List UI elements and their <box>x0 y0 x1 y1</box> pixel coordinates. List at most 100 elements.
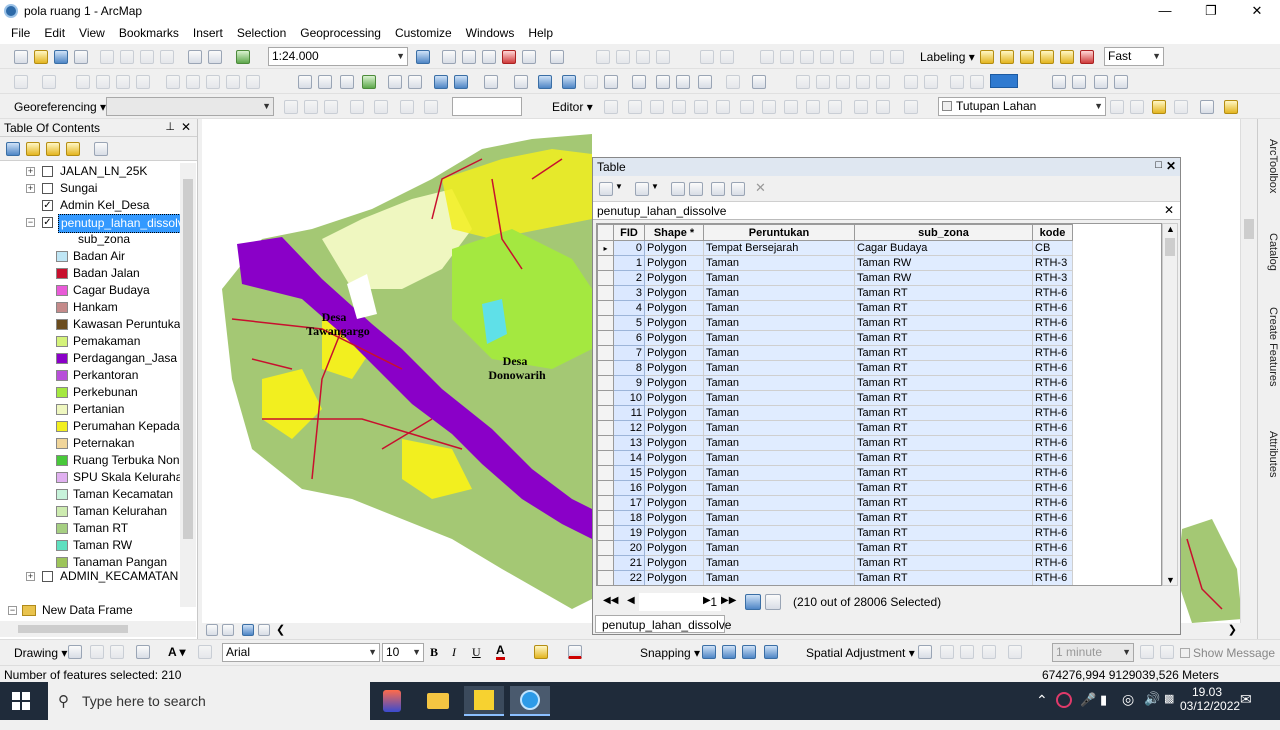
table-window-titlebar[interactable]: Table □ ✕ <box>593 158 1180 176</box>
identify-icon[interactable] <box>562 75 576 89</box>
rotate-tool-icon[interactable] <box>806 100 820 114</box>
table-cell[interactable]: 14 <box>613 450 645 466</box>
maximize-button[interactable]: ❐ <box>1188 0 1234 22</box>
label-manager-icon[interactable] <box>980 50 994 64</box>
table-cell[interactable]: Taman <box>703 510 855 526</box>
table-row[interactable]: 4 Polygon Taman Taman RT RTH-6 <box>597 300 1073 316</box>
clear-selection-icon[interactable] <box>514 75 528 89</box>
table-row[interactable]: 9 Polygon Taman Taman RT RTH-6 <box>597 375 1073 391</box>
row-selector[interactable] <box>597 270 614 286</box>
select-elements-arrow-icon[interactable] <box>538 75 552 89</box>
font-color-button[interactable]: A <box>496 643 505 660</box>
list-by-source-icon[interactable] <box>26 142 40 156</box>
table-cell[interactable]: 2 <box>613 270 645 286</box>
table-cell[interactable]: Polygon <box>644 465 704 481</box>
first-record-icon[interactable]: ◀◀ <box>603 595 618 606</box>
table-row[interactable]: 12 Polygon Taman Taman RT RTH-6 <box>597 420 1073 436</box>
cut-polygon-icon[interactable] <box>636 50 650 64</box>
edit-tool-icon[interactable] <box>186 75 200 89</box>
layer-checkbox-admin-kel-desa[interactable]: ✓ <box>42 200 53 211</box>
scale-georef-icon[interactable] <box>324 100 338 114</box>
edit-annotation-tool-icon[interactable] <box>628 100 642 114</box>
table-cell[interactable]: Taman RT <box>854 375 1033 391</box>
print-preview-icon[interactable] <box>1114 75 1128 89</box>
data-view-icon[interactable] <box>206 624 218 636</box>
table-options-dropdown-icon[interactable]: ▼ <box>615 182 623 191</box>
data-driven-pages-icon[interactable] <box>1072 75 1086 89</box>
table-cell[interactable]: RTH-6 <box>1032 330 1073 346</box>
table-row[interactable]: 19 Polygon Taman Taman RT RTH-6 <box>597 525 1073 541</box>
new-text-icon[interactable]: A ▾ <box>168 645 186 659</box>
view-unplaced-labels-icon[interactable] <box>1080 50 1094 64</box>
edit-vertices-icon[interactable] <box>596 50 610 64</box>
taskbar-file-explorer[interactable] <box>418 686 458 716</box>
full-extent-globe-icon[interactable] <box>362 75 376 89</box>
menu-bookmarks[interactable]: Bookmarks <box>112 26 186 40</box>
zoom-to-selected-icon[interactable] <box>731 182 745 196</box>
trace-icon[interactable] <box>116 75 130 89</box>
font-size-select[interactable]: 10 ▼ <box>382 643 424 662</box>
row-selector[interactable] <box>597 330 614 346</box>
table-cell[interactable]: RTH-6 <box>1032 375 1073 391</box>
go-forward-icon[interactable] <box>454 75 468 89</box>
generalize-icon[interactable] <box>226 75 240 89</box>
tray-chevron-icon[interactable]: ⌃ <box>1036 692 1048 730</box>
create-viewer-window-icon[interactable] <box>752 75 766 89</box>
table-cell[interactable]: RTH-6 <box>1032 420 1073 436</box>
table-cell[interactable]: Taman RT <box>854 390 1033 406</box>
table-cell[interactable]: Taman <box>703 570 855 585</box>
fixed-zoom-in-icon[interactable] <box>388 75 402 89</box>
layout-zoom-in-icon[interactable] <box>796 75 810 89</box>
table-vertical-scrollbar[interactable]: ▲ ▼ <box>1162 223 1178 586</box>
expand-icon[interactable]: + <box>26 167 35 176</box>
table-cell[interactable]: Polygon <box>644 270 704 286</box>
table-cell[interactable]: CB <box>1032 240 1073 256</box>
table-cell[interactable]: 8 <box>613 360 645 376</box>
vertex-snapping-icon[interactable] <box>742 645 756 659</box>
table-cell[interactable]: 21 <box>613 555 645 571</box>
add-control-points-icon[interactable] <box>350 100 364 114</box>
table-cell[interactable]: Polygon <box>644 330 704 346</box>
table-cell[interactable]: RTH-6 <box>1032 390 1073 406</box>
table-cell[interactable]: Polygon <box>644 525 704 541</box>
effects-icon[interactable] <box>1152 100 1166 114</box>
time-stop-icon[interactable] <box>1160 645 1174 659</box>
endpoint-arc-icon[interactable] <box>96 75 110 89</box>
delete-selected-icon[interactable]: ✕ <box>755 180 766 196</box>
table-options-icon[interactable] <box>599 182 613 196</box>
table-cell[interactable]: Taman RT <box>854 540 1033 556</box>
taskbar-search-box[interactable]: ⚲ Type here to search <box>48 682 370 720</box>
toc-horizontal-scrollbar[interactable] <box>0 621 196 637</box>
edit-vertices-drawing-icon[interactable] <box>198 645 212 659</box>
zoom-to-layer-icon[interactable] <box>1200 100 1214 114</box>
table-cell[interactable]: Taman RT <box>854 435 1033 451</box>
copy-icon[interactable] <box>120 50 134 64</box>
table-cell[interactable]: Taman <box>703 255 855 271</box>
table-cell[interactable]: Taman RT <box>854 315 1033 331</box>
tray-language-icon[interactable]: ▩ <box>1164 692 1174 730</box>
table-cell[interactable]: RTH-6 <box>1032 345 1073 361</box>
tray-record-icon[interactable] <box>1056 692 1072 708</box>
point-icon[interactable] <box>136 75 150 89</box>
previous-record-icon[interactable]: ◀ <box>627 595 635 606</box>
bold-button[interactable]: B <box>430 645 438 660</box>
table-cell[interactable]: Tempat Bersejarah <box>703 240 855 256</box>
table-maximize-icon[interactable]: □ <box>1155 159 1162 171</box>
arc-segment-icon[interactable] <box>672 100 686 114</box>
table-row[interactable]: 11 Polygon Taman Taman RT RTH-6 <box>597 405 1073 421</box>
table-cell[interactable]: Taman <box>703 465 855 481</box>
labeling-menu[interactable]: Labeling ▾ <box>920 50 975 64</box>
table-cell[interactable]: Taman <box>703 555 855 571</box>
fixed-zoom-out-icon[interactable] <box>408 75 422 89</box>
table-cell[interactable]: Taman <box>703 420 855 436</box>
table-row[interactable]: 2 Polygon Taman Taman RW RTH-3 <box>597 270 1073 286</box>
table-cell[interactable]: Polygon <box>644 300 704 316</box>
related-tables-icon[interactable] <box>635 182 649 196</box>
table-cell[interactable]: Polygon <box>644 435 704 451</box>
table-cell[interactable]: RTH-6 <box>1032 480 1073 496</box>
edit-tool-arrow-icon[interactable] <box>604 100 618 114</box>
rectangle-icon[interactable] <box>136 645 150 659</box>
label-weight-icon[interactable] <box>1020 50 1034 64</box>
label-quality-select[interactable]: Fast ▼ <box>1104 47 1164 66</box>
table-row[interactable]: 13 Polygon Taman Taman RT RTH-6 <box>597 435 1073 451</box>
